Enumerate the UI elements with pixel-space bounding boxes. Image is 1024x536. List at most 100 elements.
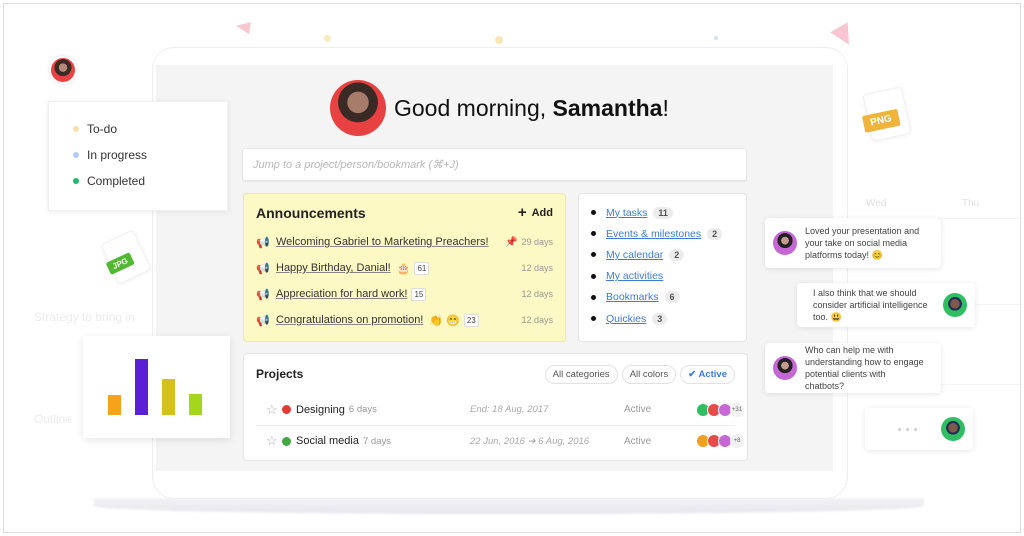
floating-avatar bbox=[49, 56, 77, 84]
decor-dot bbox=[324, 35, 331, 42]
bullet-icon bbox=[591, 294, 596, 300]
status-label: Completed bbox=[87, 174, 146, 188]
chat-message: Loved your presentation and your take on… bbox=[805, 226, 920, 260]
background-task-text: Strategy to bring in bbox=[34, 310, 135, 324]
announcement-link[interactable]: Welcoming Gabriel to Marketing Preachers… bbox=[276, 236, 489, 248]
decor-triangle bbox=[830, 22, 858, 50]
status-dot bbox=[73, 178, 79, 184]
typing-indicator bbox=[873, 427, 941, 431]
comment-count-badge: 23 bbox=[463, 313, 479, 327]
project-name[interactable]: Designing bbox=[296, 404, 345, 416]
megaphone-icon: 📢 bbox=[256, 262, 270, 275]
count-badge: 6 bbox=[664, 291, 680, 304]
count-badge: 11 bbox=[653, 206, 673, 219]
status-label: In progress bbox=[87, 148, 148, 162]
greeting-suffix: ! bbox=[662, 94, 669, 121]
filter-chip[interactable]: All colors bbox=[621, 364, 677, 384]
greeting-header: Good morning, Samantha! bbox=[330, 80, 669, 136]
chart-bar bbox=[189, 394, 202, 415]
megaphone-icon: 📢 bbox=[256, 236, 270, 249]
announcement-item: 📢 Happy Birthday, Danial! 🎂 61 12 days bbox=[256, 255, 553, 281]
more-members-count: +8 bbox=[730, 434, 744, 448]
count-badge: 2 bbox=[669, 248, 685, 261]
background-task-text: Outline bbox=[34, 412, 73, 426]
announcement-item: 📢 Congratulations on promotion! 👏 😁 23 12 da… bbox=[256, 307, 553, 333]
project-row[interactable]: ☆ Social media 7 days 22 Jun, 2016 ➔ 6 Aug,… bbox=[256, 425, 744, 456]
announcement-item: 📢 Appreciation for hard work! 15 12 days bbox=[256, 281, 553, 307]
greeting-text: Good morning, Samantha! bbox=[394, 95, 669, 122]
chat-avatar bbox=[943, 293, 967, 317]
quick-link-item: My calendar 2 bbox=[591, 244, 734, 265]
chart-bar bbox=[135, 359, 148, 415]
star-icon[interactable]: ☆ bbox=[266, 433, 282, 449]
announcement-link[interactable]: Congratulations on promotion! bbox=[276, 314, 423, 326]
announcement-age: 12 days bbox=[521, 315, 553, 325]
star-icon[interactable]: ☆ bbox=[266, 402, 282, 418]
user-avatar[interactable] bbox=[330, 80, 386, 136]
projects-title: Projects bbox=[256, 367, 304, 381]
comment-count-badge: 61 bbox=[414, 261, 430, 275]
project-members[interactable]: +31 bbox=[696, 402, 744, 417]
chat-message: I also think that we should consider art… bbox=[813, 288, 928, 322]
quick-link-item: Bookmarks 6 bbox=[591, 287, 734, 308]
chat-avatar bbox=[941, 417, 965, 441]
quick-link[interactable]: Bookmarks bbox=[606, 291, 659, 303]
quick-link-item: My activities bbox=[591, 266, 734, 287]
project-dates: 22 Jun, 2016 ➔ 6 Aug, 2016 bbox=[470, 435, 590, 447]
count-badge: 2 bbox=[707, 227, 723, 240]
jump-search-box[interactable] bbox=[242, 148, 747, 181]
plus-icon: + bbox=[517, 204, 527, 221]
project-row[interactable]: ☆ Designing 6 days End: 18 Aug, 2017 Active +… bbox=[256, 394, 744, 425]
greeting-prefix: Good morning, bbox=[394, 94, 553, 121]
filter-chip[interactable]: All categories bbox=[544, 364, 618, 384]
chat-avatar bbox=[773, 231, 797, 255]
chat-bubble-typing bbox=[865, 408, 973, 450]
announcement-link[interactable]: Happy Birthday, Danial! bbox=[276, 262, 391, 274]
announcement-age: 12 days bbox=[521, 263, 553, 273]
bullet-icon bbox=[591, 252, 596, 258]
quick-link[interactable]: My tasks bbox=[606, 207, 647, 219]
bullet-icon bbox=[591, 231, 596, 237]
add-label: Add bbox=[531, 206, 553, 219]
project-status: Active bbox=[624, 404, 652, 415]
quick-link[interactable]: Quickies bbox=[606, 313, 646, 325]
megaphone-icon: 📢 bbox=[256, 314, 270, 327]
announcement-age: 12 days bbox=[521, 289, 553, 299]
quick-link[interactable]: My calendar bbox=[606, 249, 663, 261]
bullet-icon bbox=[591, 210, 596, 216]
mini-bar-chart-card bbox=[83, 336, 230, 438]
chat-bubble: Loved your presentation and your take on… bbox=[765, 218, 941, 268]
tablet-shadow bbox=[94, 498, 924, 514]
project-members[interactable]: +8 bbox=[696, 434, 744, 448]
pin-icon: 📌 bbox=[505, 236, 518, 248]
chart-bar bbox=[108, 395, 121, 415]
reaction-emoji: 🎂 bbox=[396, 262, 411, 275]
quick-link[interactable]: Events & milestones bbox=[606, 228, 701, 240]
quick-links-panel: My tasks 11 Events & milestones 2 My calenda… bbox=[578, 193, 747, 342]
project-duration: 7 days bbox=[362, 435, 391, 447]
project-name[interactable]: Social media bbox=[296, 435, 359, 447]
status-label: To-do bbox=[87, 122, 118, 136]
decor-dot bbox=[495, 36, 503, 44]
announcement-link[interactable]: Appreciation for hard work! bbox=[276, 288, 407, 300]
status-legend-item: To-do bbox=[73, 116, 227, 142]
reaction-emoji: 👏 😁 bbox=[429, 314, 460, 327]
announcements-panel: Announcements + Add 📢 Welcoming Gabriel t… bbox=[243, 193, 566, 342]
project-color-dot bbox=[282, 436, 291, 446]
bullet-icon bbox=[591, 316, 596, 322]
add-announcement-button[interactable]: + Add bbox=[518, 204, 553, 221]
status-legend-item: Completed bbox=[73, 168, 227, 194]
project-color-dot bbox=[282, 405, 291, 414]
announcement-item: 📢 Welcoming Gabriel to Marketing Preacher… bbox=[256, 229, 553, 255]
calendar-day-label: Wed bbox=[866, 198, 887, 209]
filter-chip[interactable]: ✔ Active bbox=[680, 364, 735, 384]
status-dot bbox=[73, 126, 79, 132]
quick-link[interactable]: My activities bbox=[606, 270, 663, 282]
jump-search-input[interactable] bbox=[253, 158, 736, 171]
chart-bar bbox=[162, 379, 175, 415]
decor-triangle bbox=[235, 19, 251, 35]
project-dates: End: 18 Aug, 2017 bbox=[470, 404, 549, 415]
file-type-tag: PNG bbox=[861, 108, 901, 133]
projects-panel: Projects All categories All colors ✔ Activ… bbox=[243, 353, 748, 461]
chat-message: Who can help me with understanding how t… bbox=[805, 345, 924, 391]
